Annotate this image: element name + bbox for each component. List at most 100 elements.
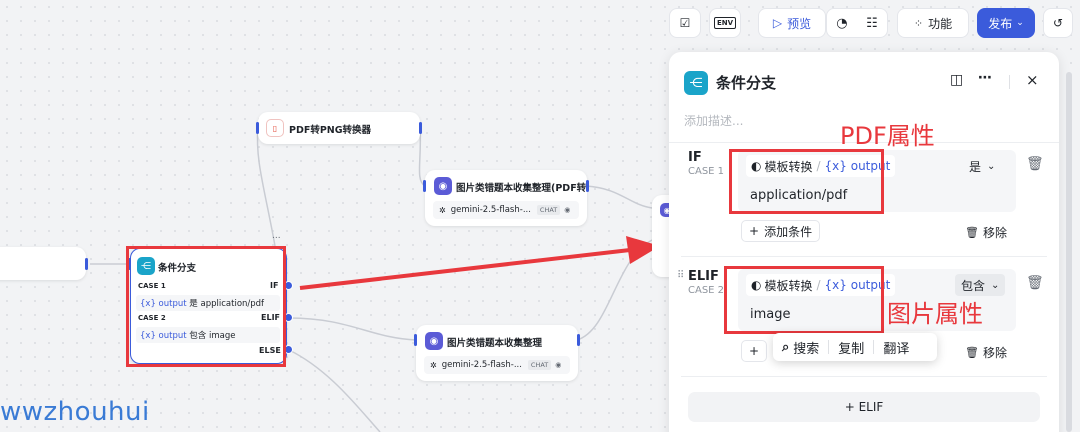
elif-source-node: 模板转换	[764, 278, 813, 293]
image-collect-pdf-title: 图片类错题本收集整理(PDF转	[456, 183, 587, 194]
node-config-panel: ⋲ 条件分支 ◫ ⋯ × 添加描述... IF CASE 1 ◐ 模板转换 / …	[669, 52, 1059, 432]
trash-icon[interactable]: 🗑	[1026, 275, 1044, 291]
checklist-icon: ☑	[679, 16, 691, 30]
elif-remove-label: 移除	[982, 346, 1007, 360]
translate-label: 翻译	[883, 341, 910, 357]
case1-value: application/pdf	[200, 299, 265, 309]
panel-title: 条件分支	[716, 74, 777, 92]
add-condition-button[interactable]: + 添加条件	[741, 220, 821, 242]
chevron-down-icon: ⌄	[1016, 18, 1024, 28]
preview-label: 预览	[787, 16, 812, 31]
eye-icon: ◉	[564, 206, 571, 214]
book-icon[interactable]: ◫	[950, 72, 963, 88]
node-more-menu[interactable]: ...	[272, 231, 281, 241]
search-menu-item[interactable]: ⌕ 搜索	[773, 338, 828, 357]
version-history-button[interactable]: ↺	[1043, 8, 1073, 38]
pdf-file-icon: ▯	[266, 119, 284, 137]
annotation-image: 图片属性	[887, 300, 983, 328]
translate-menu-item[interactable]: 翻译	[874, 338, 918, 357]
model-name: gemini-2.5-flash-...	[441, 360, 522, 370]
elif-remove-button[interactable]: 🗑 移除	[965, 344, 1007, 361]
pdf-converter-input-handle[interactable]	[256, 122, 259, 134]
chat-tag: CHAT	[536, 205, 561, 215]
features-label: 功能	[928, 16, 953, 31]
branch-icon: ⋲	[137, 257, 155, 275]
image-collect-node[interactable]: ◉ 图片类错题本收集整理 ✲ gemini-2.5-flash-... CHAT…	[416, 325, 578, 381]
condition-node[interactable]: ⋲ 条件分支 CASE 1 IF {x} output 是 applicatio…	[130, 248, 287, 364]
case1-expression: {x} output 是 application/pdf	[136, 295, 280, 311]
preview-button[interactable]: ▷ 预览	[758, 8, 826, 38]
if-value[interactable]: application/pdf	[750, 188, 847, 203]
elif-variable-chip[interactable]: ◐ 模板转换 / {x} output	[746, 274, 896, 296]
publish-button[interactable]: 发布 ⌄	[977, 8, 1035, 38]
history-run-icon[interactable]: ◔	[836, 16, 847, 31]
case2-operator: 包含	[189, 331, 207, 341]
chat-tag: CHAT	[527, 360, 552, 370]
previous-node[interactable]	[0, 247, 86, 280]
template-transform-icon: ◐	[751, 278, 762, 292]
case1-variable: {x} output	[140, 299, 187, 309]
variables-icon[interactable]: ☷	[866, 16, 878, 31]
env-button[interactable]: ENV	[709, 8, 741, 38]
model-row: ✲ gemini-2.5-flash-... CHAT ◉	[424, 356, 570, 374]
description-placeholder[interactable]: 添加描述...	[684, 112, 743, 129]
trash-icon: 🗑	[965, 226, 979, 239]
case2-variable: {x} output	[140, 331, 187, 341]
image-collect-pdf-input-handle[interactable]	[423, 180, 426, 192]
checklist-button[interactable]: ☑	[669, 8, 701, 38]
trash-icon[interactable]: 🗑	[1026, 156, 1044, 172]
elif-add-condition-button[interactable]: +	[741, 340, 768, 362]
case1-label: CASE 1	[138, 282, 166, 290]
panel-scrollbar[interactable]	[1066, 72, 1072, 432]
trash-icon: 🗑	[965, 346, 979, 359]
if-variable-chip[interactable]: ◐ 模板转换 / {x} output	[746, 155, 896, 177]
elif-operator: 包含	[961, 278, 986, 293]
case2-value: image	[209, 331, 236, 341]
previous-node-output-handle[interactable]	[85, 258, 88, 270]
branch-icon: ⋲	[684, 71, 708, 95]
if-operator-select[interactable]: 是 ⌄	[963, 155, 1001, 177]
copy-label: 复制	[838, 341, 865, 357]
if-output-port[interactable]	[284, 281, 293, 290]
image-collect-input-handle[interactable]	[414, 334, 417, 346]
case1-label: CASE 1	[688, 166, 725, 177]
image-collect-pdf-node[interactable]: ◉ 图片类错题本收集整理(PDF转 ✲ gemini-2.5-flash-...…	[425, 170, 587, 226]
image-collect-output-handle[interactable]	[577, 334, 580, 346]
text-selection-menu: ⌕ 搜索 复制 翻译	[773, 333, 937, 361]
case2-label: CASE 2	[138, 314, 166, 322]
more-icon[interactable]: ⋯	[978, 70, 992, 86]
condition-input-handle[interactable]	[128, 258, 131, 270]
path-separator: /	[816, 159, 821, 173]
image-collect-pdf-output-handle[interactable]	[586, 180, 589, 192]
elif-variable: {x} output	[824, 278, 891, 292]
else-keyword: ELSE	[259, 346, 281, 355]
path-separator: /	[816, 278, 821, 292]
if-operator: 是	[969, 159, 982, 174]
search-label: 搜索	[793, 341, 820, 357]
close-icon[interactable]: ×	[1026, 71, 1039, 89]
header-divider	[1009, 75, 1010, 89]
elif-keyword: ELIF	[261, 313, 281, 322]
if-source-node: 模板转换	[764, 159, 813, 174]
elif-value[interactable]: image	[750, 307, 791, 322]
elif-output-port[interactable]	[284, 313, 293, 322]
env-icon: ENV	[713, 17, 737, 29]
pdf-converter-node[interactable]: ▯ PDF转PNG转换器	[258, 112, 420, 144]
search-icon: ⌕	[782, 339, 790, 355]
if-remove-button[interactable]: 🗑 移除	[965, 224, 1007, 241]
features-button[interactable]: ⁘ 功能	[897, 8, 969, 38]
play-icon: ▷	[772, 16, 783, 30]
drag-handle-icon[interactable]: ⠿	[677, 270, 684, 281]
else-output-port[interactable]	[284, 345, 293, 354]
history-icon: ↺	[1052, 16, 1064, 30]
add-elif-button[interactable]: + ELIF	[688, 392, 1040, 422]
plus-icon: +	[749, 344, 760, 358]
chevron-down-icon: ⌄	[991, 279, 1000, 291]
case2-expression: {x} output 包含 image	[136, 327, 280, 343]
elif-operator-select[interactable]: 包含 ⌄	[955, 274, 1006, 296]
case2-label: CASE 2	[688, 285, 725, 296]
pdf-converter-output-handle[interactable]	[419, 122, 422, 134]
if-keyword: IF	[688, 150, 702, 165]
divider	[681, 256, 1047, 257]
copy-menu-item[interactable]: 复制	[829, 338, 873, 357]
